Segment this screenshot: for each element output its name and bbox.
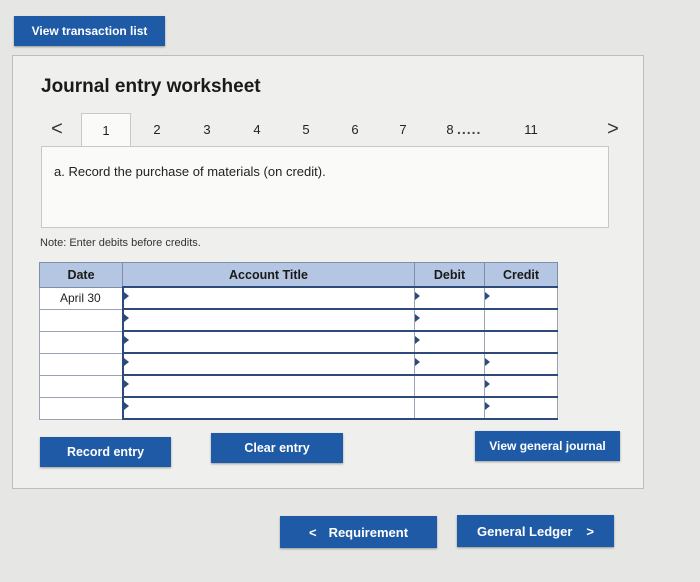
caret-icon — [123, 336, 129, 344]
caret-icon — [123, 380, 129, 388]
date-cell[interactable] — [39, 330, 123, 354]
chevron-right-icon: > — [586, 523, 594, 539]
chevron-left-icon: < — [308, 524, 317, 540]
date-cell[interactable]: April 30 — [39, 286, 123, 310]
requirement-button[interactable]: < Requirement — [280, 516, 437, 548]
journal-table-header: Date Account Title Debit Credit — [39, 262, 558, 288]
credit-input[interactable] — [484, 330, 558, 354]
credit-input[interactable] — [484, 286, 558, 310]
table-row — [39, 352, 558, 376]
credit-column-header: Credit — [484, 262, 558, 288]
tab-11[interactable]: 11 — [507, 113, 555, 145]
general-ledger-label: General Ledger — [477, 523, 573, 539]
table-row: April 30 — [39, 286, 558, 310]
caret-icon — [415, 292, 420, 300]
tab-ellipsis: ..... — [457, 121, 482, 137]
instruction-text: a. Record the purchase of materials (on … — [54, 164, 326, 179]
date-cell[interactable] — [39, 308, 123, 332]
general-ledger-button[interactable]: General Ledger > — [457, 515, 614, 547]
debit-input[interactable] — [414, 286, 485, 310]
tab-7[interactable]: 7 — [379, 113, 427, 145]
worksheet-tabs: < 1 2 3 4 5 6 7 8 ..... 11 > — [41, 113, 625, 147]
date-cell[interactable] — [39, 352, 123, 376]
table-row — [39, 396, 558, 420]
caret-icon — [123, 402, 129, 410]
account-title-column-header: Account Title — [122, 262, 415, 288]
debit-input[interactable] — [414, 374, 485, 398]
caret-icon — [485, 402, 490, 410]
caret-icon — [485, 380, 490, 388]
caret-icon — [485, 358, 490, 366]
tab-5[interactable]: 5 — [282, 113, 330, 145]
date-cell[interactable] — [39, 396, 123, 420]
caret-icon — [123, 292, 129, 300]
credit-input[interactable] — [484, 396, 558, 420]
credit-input[interactable] — [484, 352, 558, 376]
account-title-input[interactable] — [121, 374, 415, 398]
note-text: Note: Enter debits before credits. — [40, 237, 201, 249]
prev-tab-chevron-icon[interactable]: < — [41, 113, 73, 145]
journal-entry-worksheet-panel: Journal entry worksheet < 1 2 3 4 5 6 7 … — [12, 55, 644, 489]
account-title-input[interactable] — [121, 352, 415, 376]
caret-icon — [415, 336, 420, 344]
tab-3[interactable]: 3 — [183, 113, 231, 145]
date-cell[interactable] — [39, 374, 123, 398]
caret-icon — [485, 292, 490, 300]
caret-icon — [415, 358, 420, 366]
table-row — [39, 308, 558, 332]
view-general-journal-button[interactable]: View general journal — [475, 431, 620, 461]
debit-input[interactable] — [414, 330, 485, 354]
date-column-header: Date — [39, 262, 123, 288]
debit-input[interactable] — [414, 308, 485, 332]
tab-2[interactable]: 2 — [133, 113, 181, 145]
account-title-input[interactable] — [121, 330, 415, 354]
table-row — [39, 374, 558, 398]
instruction-box: a. Record the purchase of materials (on … — [41, 146, 609, 228]
worksheet-title: Journal entry worksheet — [41, 76, 261, 97]
view-transaction-list-button[interactable]: View transaction list — [14, 16, 165, 46]
debit-input[interactable] — [414, 352, 485, 376]
next-tab-chevron-icon[interactable]: > — [597, 113, 629, 145]
table-row — [39, 330, 558, 354]
clear-entry-button[interactable]: Clear entry — [211, 433, 343, 463]
account-title-input[interactable] — [121, 308, 415, 332]
tab-1[interactable]: 1 — [81, 113, 131, 147]
tab-6[interactable]: 6 — [331, 113, 379, 145]
caret-icon — [123, 358, 129, 366]
account-title-input[interactable] — [121, 396, 415, 420]
debit-column-header: Debit — [414, 262, 485, 288]
record-entry-button[interactable]: Record entry — [40, 437, 171, 467]
credit-input[interactable] — [484, 374, 558, 398]
tab-4[interactable]: 4 — [233, 113, 281, 145]
credit-input[interactable] — [484, 308, 558, 332]
caret-icon — [415, 314, 420, 322]
caret-icon — [123, 314, 129, 322]
debit-input[interactable] — [414, 396, 485, 420]
requirement-label: Requirement — [328, 524, 409, 540]
account-title-input[interactable] — [121, 286, 415, 310]
journal-table: Date Account Title Debit Credit April 30 — [39, 262, 558, 420]
